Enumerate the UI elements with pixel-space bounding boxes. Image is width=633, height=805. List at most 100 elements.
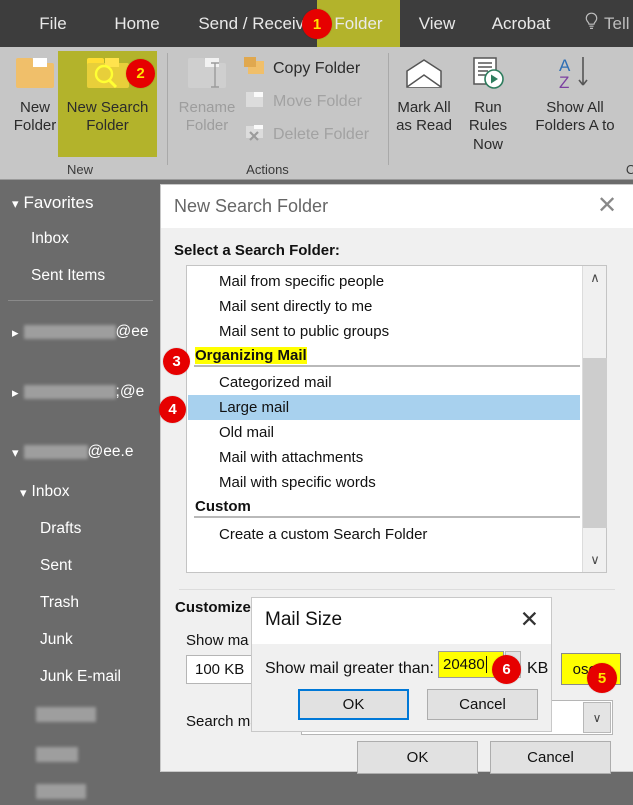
scrollbar-thumb[interactable] bbox=[583, 358, 607, 528]
step-badge-2: 2 bbox=[126, 59, 155, 88]
sidebar-account-2-suffix: @e bbox=[119, 383, 145, 400]
show-mail-greater-than-prompt: Show mail greater than: bbox=[265, 660, 434, 677]
scroll-down-icon[interactable]: ∨ bbox=[583, 548, 607, 572]
list-item[interactable]: Mail with attachments bbox=[188, 445, 580, 470]
dialog-title: New Search Folder bbox=[174, 196, 329, 216]
sidebar-item-account-3[interactable]: ▾ @ee.e bbox=[12, 443, 133, 461]
redacted-account-2 bbox=[23, 385, 116, 399]
tab-acrobat[interactable]: Acrobat bbox=[478, 0, 564, 47]
list-item[interactable]: Create a custom Search Folder bbox=[188, 522, 580, 547]
list-item-label: Categorized mail bbox=[219, 374, 332, 391]
sidebar-sent-label: Sent bbox=[40, 557, 72, 574]
show-all-folders-button[interactable]: A Z Show All Folders A to bbox=[520, 51, 630, 157]
search-folder-icon bbox=[86, 51, 129, 95]
mail-size-ok-label: OK bbox=[342, 696, 365, 713]
move-folder-button: Move Folder bbox=[244, 90, 362, 114]
tab-file-label: File bbox=[39, 13, 67, 33]
mark-all-as-read-button[interactable]: Mark All as Read bbox=[392, 51, 456, 157]
run-rules-label-2: Now bbox=[472, 135, 503, 153]
sidebar-item-redacted-1[interactable] bbox=[36, 707, 96, 722]
sidebar-item-sent-items-fav[interactable]: Sent Items bbox=[31, 267, 105, 285]
tab-home-label: Home bbox=[114, 13, 160, 33]
show-all-label-1: Show All bbox=[546, 99, 604, 116]
mail-size-ok-button[interactable]: OK bbox=[298, 689, 409, 720]
delete-folder-button: Delete Folder bbox=[244, 123, 369, 147]
copy-folder-label: Copy Folder bbox=[273, 60, 361, 77]
sidebar-item-inbox-fav[interactable]: Inbox bbox=[31, 230, 69, 248]
new-folder-label-2: Folder bbox=[13, 117, 57, 135]
sidebar-item-junk[interactable]: Junk bbox=[40, 631, 73, 649]
show-mail-greater-than-label: Show ma bbox=[186, 632, 249, 649]
show-all-label-2: Folders A to bbox=[535, 117, 615, 135]
step-badge-4: 4 bbox=[159, 396, 186, 423]
chevron-down-icon: ▾ bbox=[20, 484, 27, 500]
mark-all-label-1: Mark All bbox=[397, 99, 451, 116]
sidebar-item-redacted-2[interactable] bbox=[36, 747, 78, 762]
ribbon-group-actions-label: Actions bbox=[246, 162, 289, 177]
listbox-scrollbar[interactable]: ∧ ∨ bbox=[582, 266, 607, 572]
list-item-label: Mail sent directly to me bbox=[219, 298, 373, 315]
close-icon[interactable]: ✕ bbox=[520, 608, 539, 631]
copy-folder-button[interactable]: Copy Folder bbox=[244, 57, 360, 81]
tab-file[interactable]: File bbox=[22, 0, 84, 47]
list-item[interactable]: Mail with specific words bbox=[188, 470, 580, 495]
rename-folder-button[interactable]: Rename Folder bbox=[170, 51, 244, 157]
customize-label: Customize bbox=[175, 599, 251, 616]
tell-me-box[interactable]: Tell m bbox=[578, 0, 633, 47]
list-group-header-label: Organizing Mail bbox=[195, 346, 307, 364]
run-rules-now-button[interactable]: Run Rules Now bbox=[456, 51, 520, 157]
sidebar-inbox-fav-label: Inbox bbox=[31, 230, 69, 247]
list-item[interactable]: Categorized mail bbox=[188, 370, 580, 395]
close-icon[interactable]: ✕ bbox=[594, 194, 620, 220]
new-search-folder-label-2: Folder bbox=[86, 117, 129, 135]
list-item-label: Mail with attachments bbox=[219, 449, 364, 466]
list-item[interactable]: Mail sent to public groups bbox=[188, 319, 580, 344]
sidebar-item-favorites[interactable]: ▾ Favorites bbox=[12, 193, 93, 213]
scroll-up-icon[interactable]: ∧ bbox=[583, 266, 607, 290]
ribbon-group-clear: Mark All as Read Run Rules Now A Z Show … bbox=[392, 47, 633, 180]
new-folder-label-1: New bbox=[19, 99, 50, 116]
search-folder-listbox[interactable]: Mail from specific people Mail sent dire… bbox=[186, 265, 607, 573]
tab-view-label: View bbox=[418, 13, 456, 33]
rename-folder-label-2: Folder bbox=[185, 117, 229, 135]
outlook-window: File Home Send / Receive Folder View Acr… bbox=[0, 0, 633, 805]
mail-size-unit-label: KB bbox=[527, 660, 549, 677]
select-search-folder-label: Select a Search Folder: bbox=[174, 242, 340, 259]
list-item-label: Create a custom Search Folder bbox=[219, 526, 428, 543]
tab-send-receive-label: Send / Receive bbox=[198, 13, 314, 33]
sidebar-item-account-2[interactable]: ▸ ; @e bbox=[12, 383, 144, 401]
mail-size-cancel-button[interactable]: Cancel bbox=[427, 689, 538, 720]
move-folder-label: Move Folder bbox=[273, 93, 362, 110]
dialog-ok-button[interactable]: OK bbox=[357, 741, 478, 774]
list-item-selected[interactable]: Large mail bbox=[188, 395, 580, 420]
sidebar-account-3-suffix: @ee.e bbox=[87, 443, 134, 460]
list-item[interactable]: Mail from specific people bbox=[188, 269, 580, 294]
redacted-account-3 bbox=[23, 445, 88, 459]
list-item[interactable]: Mail sent directly to me bbox=[188, 294, 580, 319]
delete-folder-icon bbox=[244, 123, 266, 147]
sidebar-item-redacted-3[interactable] bbox=[36, 784, 86, 799]
group-rule bbox=[194, 516, 580, 518]
dialog-divider bbox=[179, 589, 615, 590]
step-badge-6-label: 6 bbox=[502, 661, 511, 678]
list-item[interactable]: Old mail bbox=[188, 420, 580, 445]
sidebar-item-junk-email[interactable]: Junk E-mail bbox=[40, 668, 121, 686]
tab-view[interactable]: View bbox=[408, 0, 466, 47]
mark-all-label-2: as Read bbox=[396, 117, 452, 135]
chevron-down-icon[interactable]: ∨ bbox=[583, 702, 611, 733]
tab-acrobat-label: Acrobat bbox=[491, 13, 551, 33]
tab-home[interactable]: Home bbox=[100, 0, 174, 47]
mail-size-title-bar: Mail Size ✕ bbox=[252, 598, 551, 644]
dialog-title-bar: New Search Folder ✕ bbox=[161, 185, 633, 228]
sidebar-item-sent[interactable]: Sent bbox=[40, 557, 72, 575]
sidebar-item-account-1[interactable]: ▸ @ee bbox=[12, 323, 149, 341]
sidebar-item-inbox[interactable]: ▾ Inbox bbox=[20, 483, 69, 501]
move-folder-icon bbox=[244, 90, 266, 114]
sidebar-item-trash[interactable]: Trash bbox=[40, 594, 79, 612]
sidebar-item-drafts[interactable]: Drafts bbox=[40, 520, 81, 538]
step-badge-1-label: 1 bbox=[312, 15, 322, 33]
chevron-right-icon: ▸ bbox=[12, 384, 19, 400]
list-item-label: Mail sent to public groups bbox=[219, 323, 390, 340]
dialog-cancel-button[interactable]: Cancel bbox=[490, 741, 611, 774]
list-group-header-label: Custom bbox=[195, 497, 251, 515]
